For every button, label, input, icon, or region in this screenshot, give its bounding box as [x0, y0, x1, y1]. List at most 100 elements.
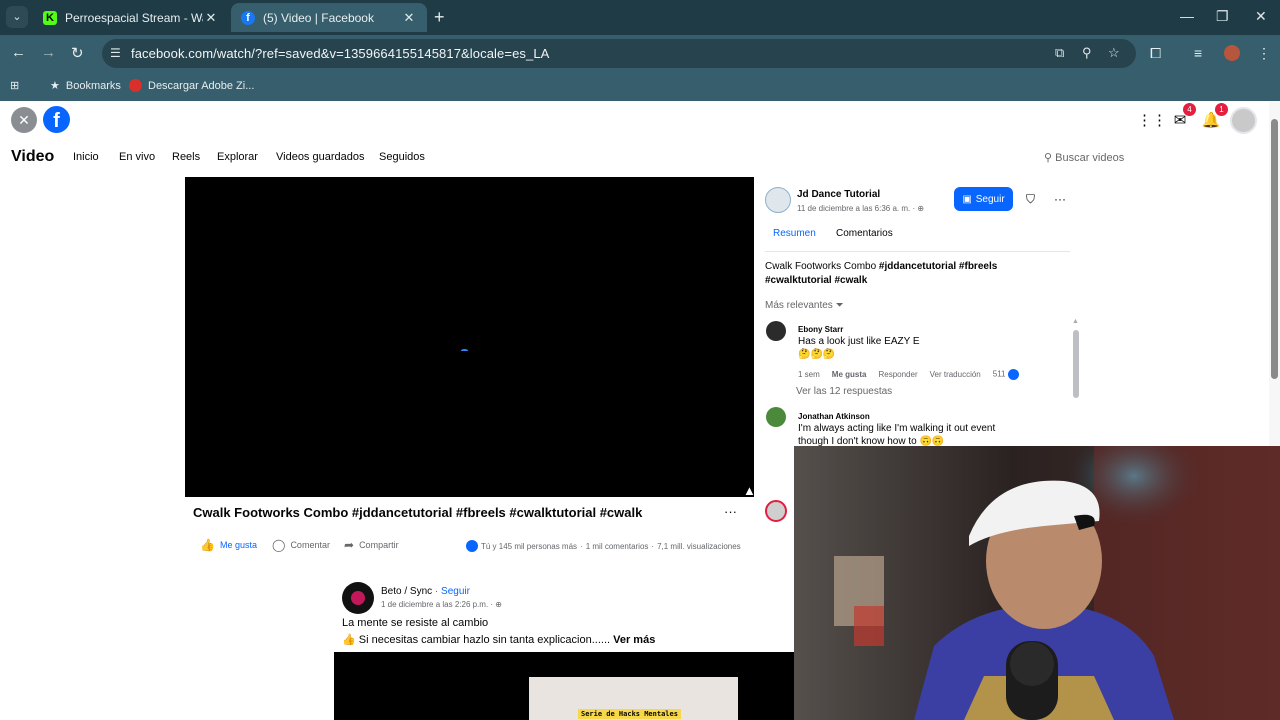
comment-author[interactable]: Ebony Starr: [798, 325, 843, 334]
share-button[interactable]: ➦ Compartir: [344, 538, 399, 552]
comment-translate-button[interactable]: Ver traducción: [930, 370, 981, 379]
thumbs-up-icon: 👍: [200, 538, 215, 552]
commenter-avatar[interactable]: [765, 500, 787, 522]
see-more-link[interactable]: Ver más: [613, 634, 655, 646]
post-author-avatar[interactable]: [342, 582, 374, 614]
video-player[interactable]: [185, 177, 754, 497]
search-placeholder: Buscar videos: [1055, 152, 1125, 164]
restore-icon[interactable]: ❐: [1216, 8, 1229, 25]
save-icon[interactable]: ⛉: [1026, 192, 1035, 207]
facebook-logo[interactable]: f: [43, 106, 70, 133]
comment-reactions[interactable]: 511: [993, 369, 1019, 380]
comment-button[interactable]: ◯ Comentar: [272, 538, 330, 552]
view-replies-link[interactable]: Ver las 12 respuestas: [796, 386, 892, 397]
commenter-avatar[interactable]: [766, 321, 786, 341]
comment-time[interactable]: 1 sem: [798, 370, 820, 379]
nav-seguidos[interactable]: Seguidos: [379, 151, 425, 163]
tab-comentarios[interactable]: Comentarios: [836, 228, 893, 239]
page-scrollbar[interactable]: [1269, 101, 1280, 446]
follow-button[interactable]: ▣ Seguir: [954, 187, 1013, 211]
address-bar[interactable]: ☰ facebook.com/watch/?ref=saved&v=135966…: [102, 39, 1136, 68]
notifications-badge: 1: [1215, 103, 1228, 116]
reload-icon[interactable]: ↻: [71, 44, 84, 62]
scrollbar-thumb[interactable]: [1271, 119, 1278, 379]
account-avatar[interactable]: [1230, 107, 1257, 134]
bookmark-adobe[interactable]: Descargar Adobe Zi...: [129, 79, 254, 92]
streamer-camera-feed: [794, 446, 1280, 720]
nav-reels[interactable]: Reels: [172, 151, 200, 163]
chevron-down-icon: ⏷: [835, 300, 844, 311]
comment-icon: ◯: [272, 538, 286, 552]
forward-icon[interactable]: →: [41, 44, 56, 61]
post-headline: La mente se resiste al cambio: [342, 617, 489, 629]
minimize-icon[interactable]: —: [1180, 8, 1194, 24]
close-tab-icon[interactable]: ✕: [401, 10, 417, 26]
extensions-icon[interactable]: ⧠: [1150, 45, 1161, 62]
post-author-name[interactable]: Beto / Sync: [381, 586, 432, 597]
install-app-icon[interactable]: ⧉: [1055, 45, 1064, 61]
comment-emoji: 🤔🤔🤔: [798, 349, 836, 360]
like-button[interactable]: 👍 Me gusta: [200, 538, 257, 552]
bookmark-folder-bookmarks[interactable]: ★ Bookmarks: [50, 79, 121, 93]
nav-explorar[interactable]: Explorar: [217, 151, 258, 163]
sort-dropdown[interactable]: Más relevantes ⏷: [765, 300, 844, 311]
globe-icon: ⊕: [495, 600, 502, 609]
tab-resumen[interactable]: Resumen: [773, 228, 816, 239]
close-tab-icon[interactable]: ✕: [203, 10, 219, 26]
post-image-card: Serie de Hacks Mentales: [529, 677, 738, 720]
scrollbar-thumb[interactable]: [1073, 330, 1079, 398]
tab-perroespacial[interactable]: K Perroespacial Stream - Watch Li ✕: [33, 3, 229, 32]
post-date: 1 de diciembre a las 2:26 p.m. · ⊕: [381, 600, 502, 609]
tab-facebook[interactable]: f (5) Video | Facebook ✕: [231, 3, 427, 32]
tab-title: (5) Video | Facebook: [263, 10, 374, 25]
scroll-up-icon[interactable]: ▲: [1072, 318, 1079, 325]
back-icon[interactable]: ←: [11, 44, 26, 61]
share-icon: ➦: [344, 538, 355, 552]
browser-toolbar: ← → ↻ ☰ facebook.com/watch/?ref=saved&v=…: [0, 35, 1280, 72]
close-window-icon[interactable]: ✕: [1255, 8, 1267, 25]
views-count: 7,1 mill. visualizaciones: [657, 541, 741, 551]
post-follow-link[interactable]: Seguir: [441, 586, 470, 597]
nav-en-vivo[interactable]: En vivo: [119, 151, 155, 163]
comments-scrollbar[interactable]: ▲: [1072, 318, 1080, 400]
media-control-icon[interactable]: ≡: [1194, 45, 1202, 61]
comment-author[interactable]: Jonathan Atkinson: [798, 412, 870, 421]
star-icon: ★: [50, 80, 60, 92]
comment-label: Comentar: [290, 540, 330, 550]
image-caption: Serie de Hacks Mentales: [578, 709, 681, 719]
more-icon[interactable]: ···: [1054, 192, 1066, 206]
like-label: Me gusta: [219, 540, 257, 550]
comment-like-button[interactable]: Me gusta: [832, 370, 867, 379]
bookmarks-bar: ⊞ ★ Bookmarks Descargar Adobe Zi...: [0, 72, 1280, 101]
globe-icon: ⊕: [917, 204, 925, 213]
commenter-avatar[interactable]: [766, 407, 786, 427]
zoom-icon[interactable]: ⚲: [1082, 45, 1092, 61]
like-reaction-icon: [1007, 369, 1019, 380]
divider: [765, 251, 1070, 252]
bookmark-label: Descargar Adobe Zi...: [148, 79, 255, 92]
page-name[interactable]: Jd Dance Tutorial: [797, 189, 880, 200]
post-image[interactable]: Serie de Hacks Mentales: [334, 652, 794, 720]
url-text[interactable]: facebook.com/watch/?ref=saved&v=13596641…: [131, 46, 549, 61]
facebook-icon: f: [241, 10, 255, 25]
like-reaction-icon: [466, 540, 478, 552]
reactions-count[interactable]: Tú y 145 mil personas más: [481, 542, 577, 551]
site-info-icon[interactable]: ☰: [110, 46, 121, 60]
messenger-badge: 4: [1183, 103, 1196, 116]
video-stats: Tú y 145 mil personas más · 1 mil coment…: [466, 540, 741, 552]
apps-icon[interactable]: ⊞: [10, 79, 19, 92]
menu-icon[interactable]: ⋮: [1257, 45, 1271, 62]
menu-grid-icon[interactable]: ⋮⋮: [1137, 111, 1167, 131]
browser-profile-avatar[interactable]: [1224, 45, 1240, 61]
more-options-button[interactable]: ···: [724, 504, 737, 519]
bookmark-star-icon[interactable]: ☆: [1108, 45, 1120, 61]
comment-reply-button[interactable]: Responder: [878, 370, 917, 379]
page-avatar[interactable]: [765, 187, 791, 213]
nav-inicio[interactable]: Inicio: [73, 151, 99, 163]
tab-search-button[interactable]: ⌄: [6, 6, 28, 28]
search-videos[interactable]: ⚲ Buscar videos: [1044, 151, 1124, 164]
new-tab-icon[interactable]: +: [434, 7, 445, 28]
close-icon[interactable]: ✕: [11, 107, 37, 133]
nav-videos-guardados[interactable]: Videos guardados: [276, 151, 364, 163]
comments-count[interactable]: 1 mil comentarios: [586, 542, 649, 551]
